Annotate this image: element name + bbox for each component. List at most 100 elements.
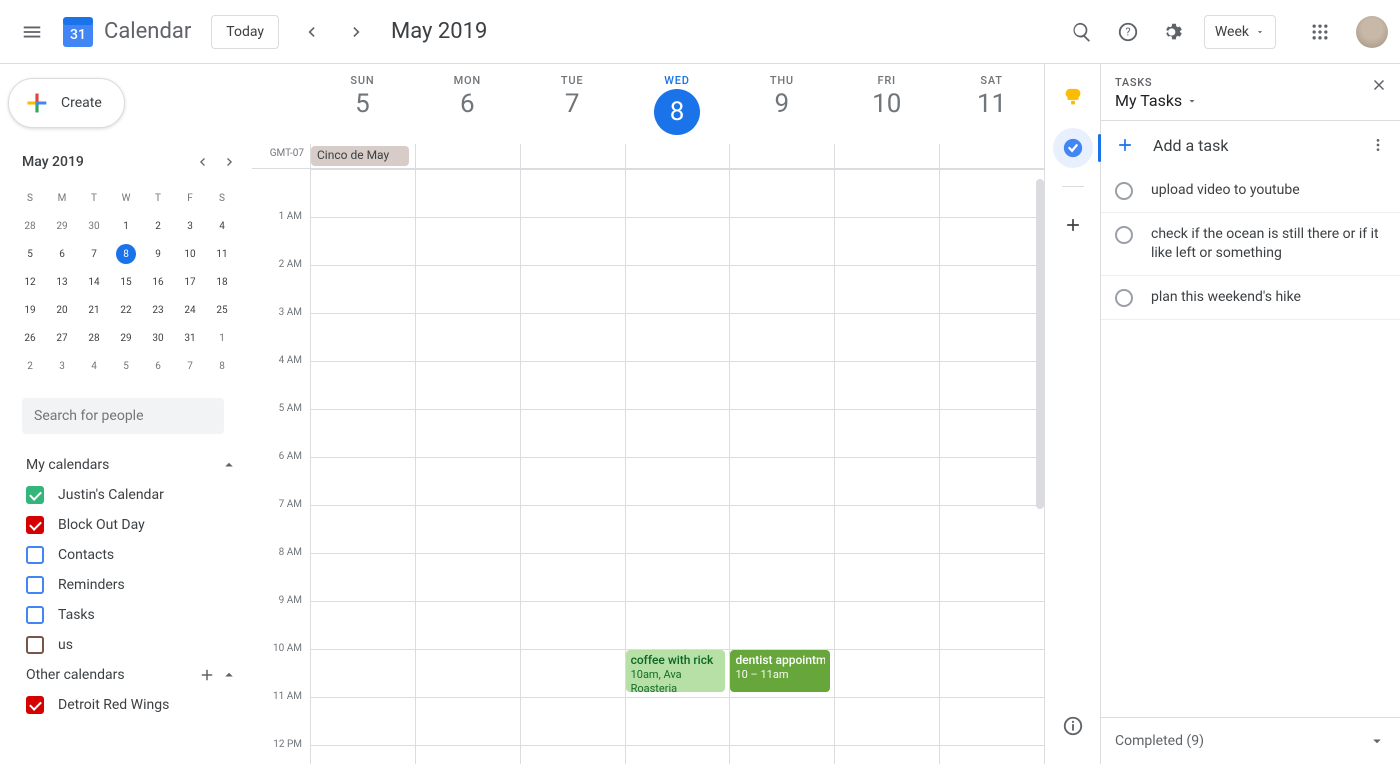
time-cell[interactable] xyxy=(520,746,625,764)
mini-day[interactable]: 4 xyxy=(78,352,110,380)
mini-day[interactable]: 24 xyxy=(174,296,206,324)
today-button[interactable]: Today xyxy=(211,15,279,49)
time-cell[interactable] xyxy=(939,170,1044,217)
calendar-checkbox[interactable] xyxy=(26,546,44,564)
time-cell[interactable] xyxy=(834,602,939,649)
addons-button[interactable] xyxy=(1053,205,1093,245)
time-cell[interactable] xyxy=(415,458,520,505)
time-cell[interactable] xyxy=(939,362,1044,409)
time-cell[interactable] xyxy=(834,362,939,409)
time-cell[interactable] xyxy=(625,410,730,457)
allday-cell[interactable] xyxy=(939,144,1044,168)
time-cell[interactable] xyxy=(520,266,625,313)
time-cell[interactable] xyxy=(729,218,834,265)
time-cell[interactable] xyxy=(939,506,1044,553)
allday-cell[interactable]: Cinco de May xyxy=(310,144,415,168)
mini-day[interactable]: 14 xyxy=(78,268,110,296)
task-item[interactable]: upload video to youtube xyxy=(1101,169,1400,213)
calendar-checkbox[interactable] xyxy=(26,576,44,594)
time-cell[interactable] xyxy=(729,410,834,457)
mini-day[interactable]: 5 xyxy=(110,352,142,380)
time-cell[interactable] xyxy=(310,602,415,649)
time-cell[interactable] xyxy=(729,266,834,313)
day-header-col[interactable]: SUN5 xyxy=(310,64,415,144)
other-calendars-header[interactable]: Other calendars xyxy=(0,660,252,690)
next-period-button[interactable] xyxy=(337,12,377,52)
mini-day[interactable]: 2 xyxy=(142,212,174,240)
mini-day[interactable]: 28 xyxy=(14,212,46,240)
time-grid[interactable]: 1 AM2 AM3 AM4 AM5 AM6 AM7 AM8 AM9 AM10 A… xyxy=(252,169,1044,764)
time-cell[interactable] xyxy=(415,698,520,745)
day-header-col[interactable]: FRI10 xyxy=(834,64,939,144)
mini-day[interactable]: 30 xyxy=(142,324,174,352)
time-cell[interactable] xyxy=(310,410,415,457)
mini-day[interactable]: 7 xyxy=(174,352,206,380)
time-cell[interactable] xyxy=(310,650,415,697)
day-header-col[interactable]: THU9 xyxy=(729,64,834,144)
mini-next-button[interactable] xyxy=(216,148,244,176)
task-complete-toggle[interactable] xyxy=(1115,226,1133,244)
mini-day[interactable]: 20 xyxy=(46,296,78,324)
time-cell[interactable] xyxy=(729,170,834,217)
calendar-checkbox[interactable] xyxy=(26,606,44,624)
time-cell[interactable] xyxy=(939,458,1044,505)
time-cell[interactable] xyxy=(310,266,415,313)
settings-button[interactable] xyxy=(1154,12,1194,52)
mini-day[interactable]: 28 xyxy=(78,324,110,352)
calendar-item[interactable]: Tasks xyxy=(0,600,252,630)
time-cell[interactable] xyxy=(415,314,520,361)
time-cell[interactable] xyxy=(625,554,730,601)
day-header-col[interactable]: WED8 xyxy=(625,64,730,144)
time-cell[interactable] xyxy=(834,170,939,217)
mini-day[interactable]: 3 xyxy=(174,212,206,240)
time-cell[interactable] xyxy=(625,170,730,217)
calendar-checkbox[interactable] xyxy=(26,636,44,654)
mini-day[interactable]: 8 xyxy=(116,244,136,264)
tasks-button[interactable] xyxy=(1053,128,1093,168)
time-cell[interactable] xyxy=(310,170,415,217)
calendar-item[interactable]: Block Out Day xyxy=(0,510,252,540)
mini-day[interactable]: 7 xyxy=(78,240,110,268)
google-apps-button[interactable] xyxy=(1300,12,1340,52)
calendar-checkbox[interactable] xyxy=(26,516,44,534)
time-cell[interactable] xyxy=(729,602,834,649)
time-cell[interactable] xyxy=(310,698,415,745)
time-cell[interactable] xyxy=(415,746,520,764)
allday-cell[interactable] xyxy=(834,144,939,168)
time-cell[interactable] xyxy=(520,602,625,649)
time-cell[interactable] xyxy=(415,410,520,457)
main-menu-button[interactable] xyxy=(12,12,52,52)
time-cell[interactable] xyxy=(415,266,520,313)
mini-day[interactable]: 1 xyxy=(206,324,238,352)
keep-button[interactable] xyxy=(1053,78,1093,118)
mini-day[interactable]: 30 xyxy=(78,212,110,240)
account-avatar[interactable] xyxy=(1356,16,1388,48)
mini-day[interactable]: 29 xyxy=(46,212,78,240)
mini-day[interactable]: 5 xyxy=(14,240,46,268)
time-cell[interactable] xyxy=(939,314,1044,361)
time-cell[interactable]: coffee with rick10am, Ava Roasteria xyxy=(625,650,730,697)
time-cell[interactable] xyxy=(415,602,520,649)
mini-day[interactable]: 25 xyxy=(206,296,238,324)
time-cell[interactable] xyxy=(729,698,834,745)
time-cell[interactable] xyxy=(729,314,834,361)
time-cell[interactable] xyxy=(625,362,730,409)
time-cell[interactable] xyxy=(310,314,415,361)
task-complete-toggle[interactable] xyxy=(1115,182,1133,200)
mini-day[interactable]: 26 xyxy=(14,324,46,352)
time-cell[interactable] xyxy=(939,746,1044,764)
mini-day[interactable]: 1 xyxy=(110,212,142,240)
tasks-menu-button[interactable] xyxy=(1370,137,1386,153)
time-cell[interactable] xyxy=(729,362,834,409)
mini-day[interactable]: 4 xyxy=(206,212,238,240)
mini-day[interactable]: 27 xyxy=(46,324,78,352)
mini-day[interactable]: 11 xyxy=(206,240,238,268)
mini-day[interactable]: 23 xyxy=(142,296,174,324)
help-button[interactable]: ? xyxy=(1108,12,1148,52)
time-cell[interactable] xyxy=(834,554,939,601)
view-selector[interactable]: Week xyxy=(1204,15,1276,49)
info-button[interactable] xyxy=(1053,706,1093,746)
allday-cell[interactable] xyxy=(520,144,625,168)
calendar-item[interactable]: Reminders xyxy=(0,570,252,600)
allday-cell[interactable] xyxy=(729,144,834,168)
